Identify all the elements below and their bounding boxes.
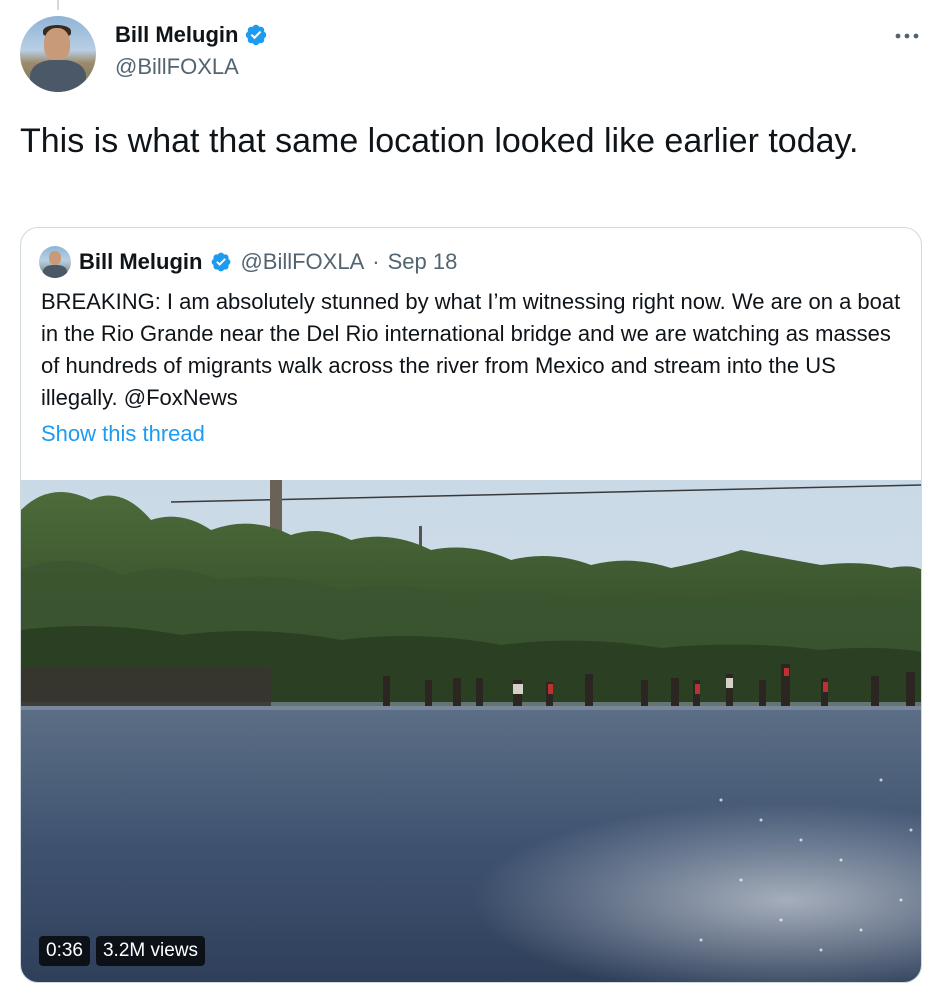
verified-badge-icon: [212, 252, 231, 272]
separator-dot: ·: [372, 249, 380, 274]
show-thread-link[interactable]: Show this thread: [41, 421, 205, 447]
video-views-badge: 3.2M views: [95, 936, 206, 966]
thread-connector-line: [57, 0, 59, 10]
author-info: Bill Melugin @BillFOXLA: [115, 20, 268, 82]
quoted-author-name: Bill Melugin: [79, 249, 203, 274]
verified-badge-icon: [246, 24, 267, 46]
quoted-tweet-header: Bill Melugin @BillFOXLA · Sep 18: [39, 246, 457, 278]
more-horizontal-icon: [895, 33, 919, 39]
video-player[interactable]: 0:36 3.2M views: [21, 480, 921, 982]
quoted-tweet-card[interactable]: Bill Melugin @BillFOXLA · Sep 18 BREAKIN…: [20, 227, 922, 983]
tweet-text: This is what that same location looked l…: [20, 122, 859, 160]
author-avatar[interactable]: [20, 16, 96, 92]
video-duration-badge: 0:36: [39, 936, 90, 966]
author-name[interactable]: Bill Melugin: [115, 20, 238, 50]
author-handle[interactable]: @BillFOXLA: [115, 52, 268, 82]
quoted-author-handle: @BillFOXLA: [240, 249, 365, 274]
video-thumbnail: [21, 480, 921, 982]
video-badges: 0:36 3.2M views: [39, 936, 206, 966]
quoted-tweet-text: BREAKING: I am absolutely stunned by wha…: [41, 289, 901, 410]
more-options-button[interactable]: [892, 24, 922, 48]
quoted-tweet-date[interactable]: Sep 18: [388, 249, 458, 275]
quoted-author-avatar: [39, 246, 71, 278]
